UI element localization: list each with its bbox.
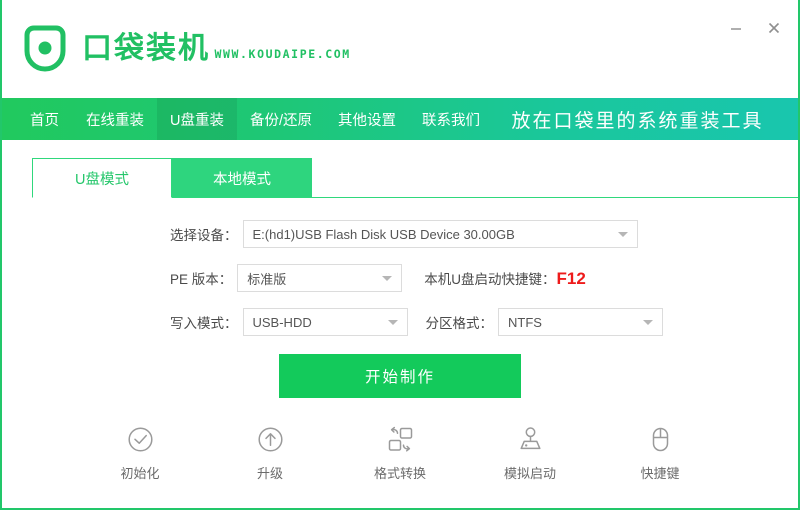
brand-text: 口袋装机 WWW.KOUDAIPE.COM [82, 33, 351, 65]
nav-item-label: 联系我们 [422, 112, 481, 129]
format-convert-icon [385, 424, 415, 454]
app-window: 口袋装机 WWW.KOUDAIPE.COM 首页 在线重装 U盘重装 备份/还原… [0, 0, 800, 510]
primary-action-row: 开始制作 [2, 354, 798, 398]
tool-simulate-boot[interactable]: 模拟启动 [493, 424, 567, 482]
pe-version-select[interactable]: 标准版 [237, 264, 403, 292]
tool-label: 格式转换 [373, 466, 426, 481]
partition-format-select[interactable]: NTFS [498, 308, 663, 336]
title-bar: 口袋装机 WWW.KOUDAIPE.COM [2, 0, 798, 98]
tool-shortcuts: 初始化 升级 格式转换 模拟启动 快捷键 [2, 424, 798, 482]
start-make-button[interactable]: 开始制作 [279, 354, 521, 398]
nav-item-list: 首页 在线重装 U盘重装 备份/还原 其他设置 联系我们 [2, 98, 493, 140]
partition-format-label: 分区格式： [425, 316, 494, 331]
brand-site: WWW.KOUDAIPE.COM [214, 47, 351, 62]
nav-item-home[interactable]: 首页 [2, 98, 73, 140]
boot-hotkey-label: 本机U盘启动快捷键： [424, 271, 556, 287]
device-label: 选择设备： [170, 228, 238, 243]
nav-item-label: 其他设置 [338, 112, 397, 129]
write-mode-row: 写入模式： USB-HDD 分区格式： NTFS [2, 308, 798, 336]
tab-label: 本地模式 [213, 171, 271, 188]
pocket-shield-icon [20, 23, 70, 75]
nav-item-backup-restore[interactable]: 备份/还原 [237, 98, 325, 140]
close-button[interactable] [764, 18, 784, 38]
pe-version-row: PE 版本： 标准版 本机U盘启动快捷键： F12 [2, 264, 798, 292]
brand-logo: 口袋装机 WWW.KOUDAIPE.COM [20, 23, 351, 75]
write-mode-label: 写入模式： [170, 316, 238, 331]
minimize-button[interactable] [726, 18, 746, 38]
tool-label: 初始化 [120, 466, 160, 481]
tool-label: 快捷键 [640, 466, 680, 481]
boot-hotkey-info: 本机U盘启动快捷键： F12 [424, 268, 586, 289]
chevron-down-icon [617, 232, 628, 237]
boot-hotkey-key: F12 [556, 268, 586, 288]
nav-item-usb-reinstall[interactable]: U盘重装 [157, 98, 237, 140]
mode-tabs: U盘模式 本地模式 [2, 158, 798, 198]
tool-label: 升级 [256, 466, 283, 481]
pe-version-label: PE 版本： [170, 272, 233, 287]
nav-item-contact-us[interactable]: 联系我们 [409, 98, 493, 140]
main-nav: 首页 在线重装 U盘重装 备份/还原 其他设置 联系我们 放在口袋里的系统重装工… [2, 98, 798, 140]
device-select[interactable]: E:(hd1)USB Flash Disk USB Device 30.00GB [242, 220, 638, 248]
nav-item-label: U盘重装 [170, 112, 224, 129]
mouse-icon [645, 424, 675, 454]
arrow-up-circle-icon [255, 424, 285, 454]
check-circle-icon [125, 424, 155, 454]
nav-item-label: 首页 [30, 112, 59, 129]
brand-title: 口袋装机 [82, 32, 210, 66]
chevron-down-icon [382, 276, 393, 281]
tab-label: U盘模式 [75, 171, 129, 188]
nav-item-label: 在线重装 [86, 112, 144, 129]
tool-upgrade[interactable]: 升级 [233, 424, 307, 482]
joystick-icon [515, 424, 545, 454]
device-row: 选择设备： E:(hd1)USB Flash Disk USB Device 3… [2, 220, 798, 248]
tool-format-convert[interactable]: 格式转换 [363, 424, 437, 482]
nav-tagline: 放在口袋里的系统重装工具 [511, 110, 764, 132]
nav-item-other-settings[interactable]: 其他设置 [325, 98, 409, 140]
tab-local-mode[interactable]: 本地模式 [172, 158, 312, 198]
nav-item-online-reinstall[interactable]: 在线重装 [73, 98, 157, 140]
window-controls [726, 18, 784, 38]
chevron-down-icon [643, 320, 653, 325]
pe-version-select-value: 标准版 [247, 271, 287, 287]
chevron-down-icon [387, 320, 398, 325]
device-select-value: E:(hd1)USB Flash Disk USB Device 30.00GB [252, 226, 515, 242]
tool-label: 模拟启动 [503, 466, 556, 481]
tool-initialize[interactable]: 初始化 [103, 424, 177, 482]
tab-usb-mode[interactable]: U盘模式 [32, 158, 172, 198]
partition-format-select-value: NTFS [508, 314, 542, 330]
write-mode-select-value: USB-HDD [252, 314, 312, 330]
nav-item-label: 备份/还原 [249, 112, 313, 129]
write-mode-select[interactable]: USB-HDD [242, 308, 408, 336]
usb-form: 选择设备： E:(hd1)USB Flash Disk USB Device 3… [2, 198, 798, 398]
tool-hotkeys[interactable]: 快捷键 [623, 424, 697, 482]
